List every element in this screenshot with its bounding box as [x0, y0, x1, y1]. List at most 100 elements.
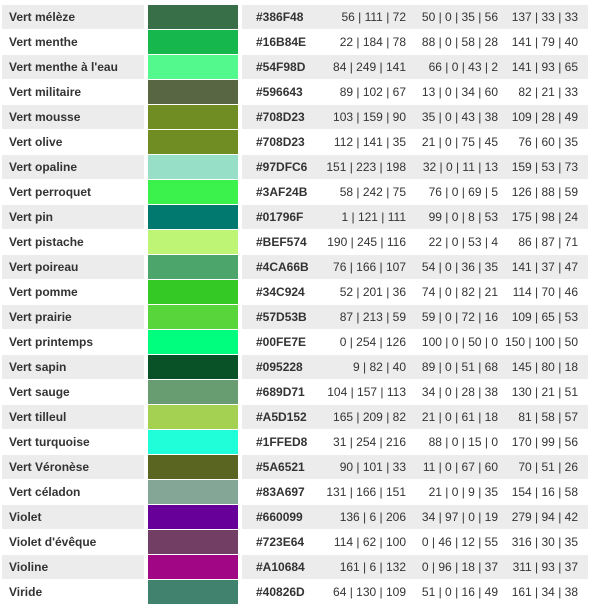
- rgb-value: 131 | 166 | 151: [326, 479, 412, 505]
- color-name: Vert prairie: [2, 304, 144, 330]
- color-swatch: [148, 180, 238, 204]
- hex-code: #1FFED8: [242, 429, 326, 455]
- color-swatch: [148, 455, 238, 479]
- rgb-value: 87 | 213 | 59: [326, 304, 412, 330]
- hex-code: #57D53B: [242, 304, 326, 330]
- hex-code: #40826D: [242, 579, 326, 605]
- color-name: Vert tilleul: [2, 404, 144, 430]
- color-name: Vert poireau: [2, 254, 144, 280]
- table-row: Vert poireau #4CA66B 76 | 166 | 107 54 | 0 …: [2, 254, 588, 280]
- color-swatch: [148, 580, 238, 604]
- swatch-cell: [148, 179, 238, 205]
- cmyk-value: 21 | 0 | 75 | 45: [412, 129, 504, 155]
- hex-code: #00FE7E: [242, 329, 326, 355]
- color-name: Vert turquoise: [2, 429, 144, 455]
- color-table-body: Vert mélèze #386F48 56 | 111 | 72 50 | 0 | …: [2, 5, 588, 605]
- swatch-cell: [148, 204, 238, 230]
- hsl-value: 311 | 93 | 37: [504, 554, 588, 580]
- rgb-value: 22 | 184 | 78: [326, 29, 412, 55]
- cmyk-value: 50 | 0 | 35 | 56: [412, 5, 504, 30]
- color-name: Vert perroquet: [2, 179, 144, 205]
- color-swatch: [148, 355, 238, 379]
- rgb-value: 84 | 249 | 141: [326, 54, 412, 80]
- swatch-cell: [148, 354, 238, 380]
- color-name: Vert pistache: [2, 229, 144, 255]
- table-row: Vert turquoise #1FFED8 31 | 254 | 216 88 | …: [2, 429, 588, 455]
- color-swatch: [148, 530, 238, 554]
- table-row: Vert mélèze #386F48 56 | 111 | 72 50 | 0 | …: [2, 5, 588, 30]
- color-name: Vert pomme: [2, 279, 144, 305]
- table-row: Violet d'évêque #723E64 114 | 62 | 100 0 | …: [2, 529, 588, 555]
- color-name: Vert pin: [2, 204, 144, 230]
- cmyk-value: 22 | 0 | 53 | 4: [412, 229, 504, 255]
- rgb-value: 64 | 130 | 109: [326, 579, 412, 605]
- hsl-value: 137 | 33 | 33: [504, 5, 588, 30]
- cmyk-value: 66 | 0 | 43 | 2: [412, 54, 504, 80]
- cmyk-value: 32 | 0 | 11 | 13: [412, 154, 504, 180]
- color-swatch: [148, 5, 238, 29]
- hsl-value: 130 | 21 | 51: [504, 379, 588, 405]
- rgb-value: 104 | 157 | 113: [326, 379, 412, 405]
- color-name: Violet: [2, 504, 144, 530]
- color-name: Violet d'évêque: [2, 529, 144, 555]
- color-swatch: [148, 255, 238, 279]
- color-swatch: [148, 105, 238, 129]
- swatch-cell: [148, 529, 238, 555]
- table-row: Vert pomme #34C924 52 | 201 | 36 74 | 0 | 8…: [2, 279, 588, 305]
- color-swatch: [148, 30, 238, 54]
- swatch-cell: [148, 5, 238, 30]
- swatch-cell: [148, 154, 238, 180]
- hex-code: #095228: [242, 354, 326, 380]
- hex-code: #596643: [242, 79, 326, 105]
- table-row: Vert céladon #83A697 131 | 166 | 151 21 | 0…: [2, 479, 588, 505]
- color-swatch: [148, 330, 238, 354]
- swatch-cell: [148, 304, 238, 330]
- color-name: Vert olive: [2, 129, 144, 155]
- rgb-value: 56 | 111 | 72: [326, 5, 412, 30]
- swatch-cell: [148, 79, 238, 105]
- table-row: Vert pin #01796F 1 | 121 | 111 99 | 0 | 8 |…: [2, 204, 588, 230]
- hex-code: #BEF574: [242, 229, 326, 255]
- hsl-value: 126 | 88 | 59: [504, 179, 588, 205]
- color-swatch: [148, 55, 238, 79]
- rgb-value: 58 | 242 | 75: [326, 179, 412, 205]
- hex-code: #689D71: [242, 379, 326, 405]
- hex-code: #A5D152: [242, 404, 326, 430]
- hsl-value: 150 | 100 | 50: [504, 329, 588, 355]
- hsl-value: 279 | 94 | 42: [504, 504, 588, 530]
- hsl-value: 109 | 28 | 49: [504, 104, 588, 130]
- hex-code: #386F48: [242, 5, 326, 30]
- cmyk-value: 59 | 0 | 72 | 16: [412, 304, 504, 330]
- cmyk-value: 99 | 0 | 8 | 53: [412, 204, 504, 230]
- color-name: Vert mélèze: [2, 5, 144, 30]
- cmyk-value: 76 | 0 | 69 | 5: [412, 179, 504, 205]
- cmyk-value: 21 | 0 | 61 | 18: [412, 404, 504, 430]
- cmyk-value: 51 | 0 | 16 | 49: [412, 579, 504, 605]
- table-row: Violet #660099 136 | 6 | 206 34 | 97 | 0 | …: [2, 504, 588, 530]
- swatch-cell: [148, 379, 238, 405]
- cmyk-value: 35 | 0 | 43 | 38: [412, 104, 504, 130]
- cmyk-value: 34 | 0 | 28 | 38: [412, 379, 504, 405]
- swatch-cell: [148, 579, 238, 605]
- color-swatch: [148, 405, 238, 429]
- table-row: Violine #A10684 161 | 6 | 132 0 | 96 | 18 |…: [2, 554, 588, 580]
- swatch-cell: [148, 454, 238, 480]
- swatch-cell: [148, 54, 238, 80]
- rgb-value: 31 | 254 | 216: [326, 429, 412, 455]
- table-row: Vert pistache #BEF574 190 | 245 | 116 22 | …: [2, 229, 588, 255]
- swatch-cell: [148, 504, 238, 530]
- swatch-cell: [148, 554, 238, 580]
- color-swatch: [148, 155, 238, 179]
- cmyk-value: 0 | 96 | 18 | 37: [412, 554, 504, 580]
- hsl-value: 141 | 37 | 47: [504, 254, 588, 280]
- hsl-value: 76 | 60 | 35: [504, 129, 588, 155]
- swatch-cell: [148, 279, 238, 305]
- cmyk-value: 34 | 97 | 0 | 19: [412, 504, 504, 530]
- hex-code: #01796F: [242, 204, 326, 230]
- rgb-value: 114 | 62 | 100: [326, 529, 412, 555]
- rgb-value: 52 | 201 | 36: [326, 279, 412, 305]
- hsl-value: 175 | 98 | 24: [504, 204, 588, 230]
- hex-code: #4CA66B: [242, 254, 326, 280]
- rgb-value: 0 | 254 | 126: [326, 329, 412, 355]
- color-name: Vert menthe: [2, 29, 144, 55]
